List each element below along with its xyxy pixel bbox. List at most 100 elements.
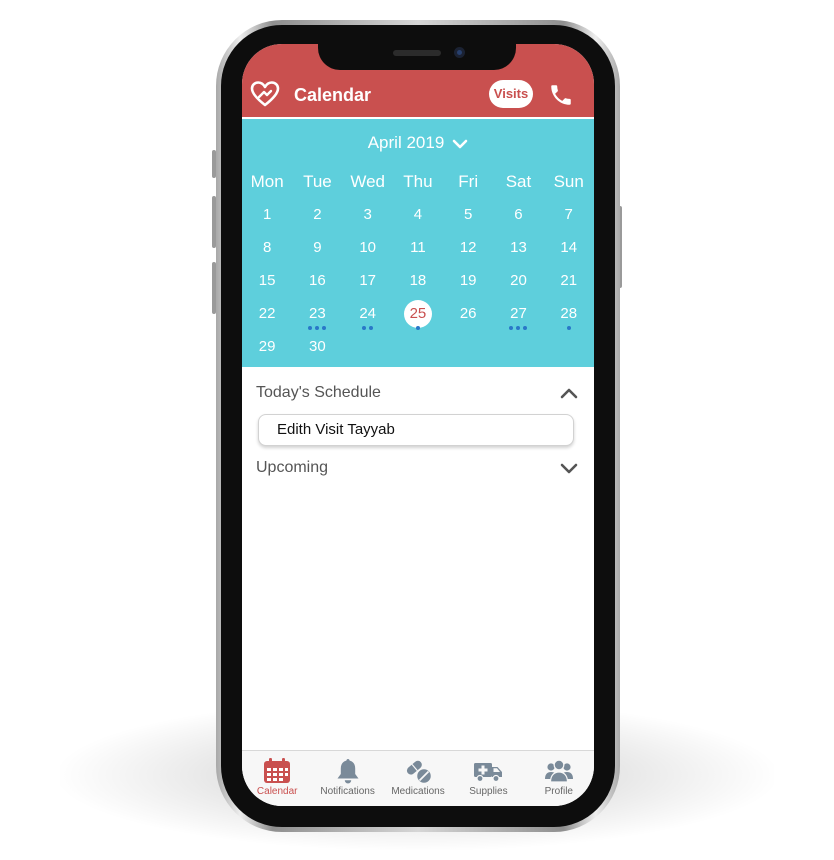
day-cell-with-events[interactable]: 23 bbox=[292, 303, 342, 336]
day-cell[interactable]: 1 bbox=[242, 204, 292, 237]
users-icon bbox=[544, 759, 573, 783]
day-cell[interactable]: 30 bbox=[292, 336, 342, 369]
day-cell[interactable]: 16 bbox=[292, 270, 342, 303]
event-dot bbox=[415, 326, 420, 330]
week-row: 8 9 10 11 12 13 14 bbox=[242, 237, 594, 270]
event-dot bbox=[516, 326, 521, 330]
todays-schedule-header[interactable]: Today's Schedule bbox=[256, 384, 381, 402]
day-cell[interactable]: 9 bbox=[292, 237, 342, 270]
day-cell[interactable]: 7 bbox=[544, 204, 594, 237]
month-label: April 2019 bbox=[367, 133, 445, 152]
pills-icon bbox=[406, 760, 433, 785]
week-row: 15 16 17 18 19 20 21 bbox=[242, 270, 594, 303]
event-dots bbox=[493, 326, 543, 330]
weekday-label: Sun bbox=[553, 172, 584, 191]
tab-label: Supplies bbox=[469, 786, 508, 797]
day-cell-with-events[interactable]: 24 bbox=[343, 303, 393, 336]
visits-button[interactable]: Visits bbox=[489, 80, 533, 108]
day-number: 23 bbox=[309, 305, 326, 322]
day-cell[interactable]: 19 bbox=[443, 270, 493, 303]
day-cell[interactable]: 22 bbox=[242, 303, 292, 336]
weekday-label: Sat bbox=[505, 172, 532, 191]
empty-day-cell bbox=[544, 336, 594, 369]
event-dot bbox=[322, 326, 327, 330]
event-dot bbox=[566, 326, 571, 330]
event-dot bbox=[509, 326, 514, 330]
event-dot bbox=[523, 326, 528, 330]
day-number: 24 bbox=[359, 305, 376, 322]
week-row: 1 2 3 4 5 6 7 bbox=[242, 204, 594, 237]
week-row: 29 30 bbox=[242, 336, 594, 369]
tab-medications[interactable]: Medications bbox=[383, 751, 453, 806]
event-dots bbox=[393, 326, 443, 330]
event-dot bbox=[369, 326, 374, 330]
day-cell-with-events[interactable]: 28 bbox=[544, 303, 594, 336]
day-cell[interactable]: 4 bbox=[393, 204, 443, 237]
day-cell[interactable]: 10 bbox=[343, 237, 393, 270]
empty-day-cell bbox=[393, 336, 443, 369]
bottom-tab-bar: Calendar Notifications Medications Suppl… bbox=[242, 750, 594, 806]
tab-label: Notifications bbox=[320, 786, 375, 797]
weekday-header-row: Mon Tue Wed Thu Fri Sat Sun bbox=[242, 171, 594, 204]
bell-icon bbox=[337, 759, 359, 784]
earpiece-speaker bbox=[393, 50, 441, 56]
heart-logo-icon[interactable] bbox=[250, 80, 280, 108]
day-cell[interactable]: 12 bbox=[443, 237, 493, 270]
day-cell[interactable]: 5 bbox=[443, 204, 493, 237]
day-cell[interactable]: 8 bbox=[242, 237, 292, 270]
tab-notifications[interactable]: Notifications bbox=[312, 751, 382, 806]
day-number: 28 bbox=[560, 305, 578, 322]
day-cell[interactable]: 17 bbox=[343, 270, 393, 303]
weekday-label: Fri bbox=[458, 172, 479, 191]
weekday-label: Thu bbox=[403, 172, 433, 191]
day-cell[interactable]: 14 bbox=[544, 237, 594, 270]
day-cell[interactable]: 3 bbox=[343, 204, 393, 237]
day-cell[interactable]: 21 bbox=[544, 270, 594, 303]
calendar-panel: April 2019 Mon Tue Wed Thu Fri Sat Sun 1… bbox=[242, 117, 594, 367]
chevron-down-icon bbox=[452, 139, 468, 148]
weekday-label: Tue bbox=[303, 172, 332, 191]
weekday-label: Mon bbox=[250, 172, 284, 191]
schedule-item[interactable]: Edith Visit Tayyab bbox=[258, 414, 574, 446]
day-cell[interactable]: 15 bbox=[242, 270, 292, 303]
upcoming-header[interactable]: Upcoming bbox=[256, 459, 328, 477]
calendar-icon bbox=[264, 758, 291, 783]
device-mockup: Calendar Visits April 2019 Mon Tue Wed T… bbox=[0, 0, 834, 860]
event-dot bbox=[308, 326, 313, 330]
today-number: 25 bbox=[409, 305, 427, 322]
week-row: 22 23 24 25 26 27 28 bbox=[242, 300, 594, 336]
phone-icon[interactable] bbox=[548, 82, 574, 108]
calendar-grid: Mon Tue Wed Thu Fri Sat Sun 1 2 3 4 5 6 … bbox=[242, 171, 594, 369]
tab-label: Calendar bbox=[256, 786, 298, 797]
tab-label: Medications bbox=[391, 786, 445, 797]
tab-calendar[interactable]: Calendar bbox=[242, 751, 312, 806]
event-dots bbox=[544, 326, 594, 330]
today-cell[interactable]: 25 bbox=[393, 300, 443, 336]
day-cell-with-events[interactable]: 27 bbox=[493, 303, 543, 336]
chevron-up-icon[interactable] bbox=[560, 388, 578, 399]
event-dot bbox=[362, 326, 367, 330]
tab-supplies[interactable]: Supplies bbox=[453, 751, 523, 806]
event-dot bbox=[315, 326, 320, 330]
day-cell[interactable]: 26 bbox=[443, 303, 493, 336]
weekday-label: Wed bbox=[350, 172, 385, 191]
day-cell[interactable]: 18 bbox=[393, 270, 443, 303]
day-cell[interactable]: 20 bbox=[493, 270, 543, 303]
ambulance-icon bbox=[474, 763, 503, 783]
day-cell[interactable]: 11 bbox=[393, 237, 443, 270]
event-dots bbox=[343, 326, 393, 330]
day-cell[interactable]: 29 bbox=[242, 336, 292, 369]
empty-day-cell bbox=[493, 336, 543, 369]
day-cell[interactable]: 6 bbox=[493, 204, 543, 237]
page-title: Calendar bbox=[294, 85, 372, 105]
front-camera bbox=[454, 47, 465, 58]
month-selector[interactable]: April 2019 bbox=[242, 133, 594, 153]
empty-day-cell bbox=[443, 336, 493, 369]
day-cell[interactable]: 2 bbox=[292, 204, 342, 237]
empty-day-cell bbox=[343, 336, 393, 369]
tab-profile[interactable]: Profile bbox=[524, 751, 594, 806]
day-number: 27 bbox=[510, 305, 527, 322]
day-cell[interactable]: 13 bbox=[493, 237, 543, 270]
event-dots bbox=[292, 326, 342, 330]
chevron-down-icon[interactable] bbox=[560, 463, 578, 474]
